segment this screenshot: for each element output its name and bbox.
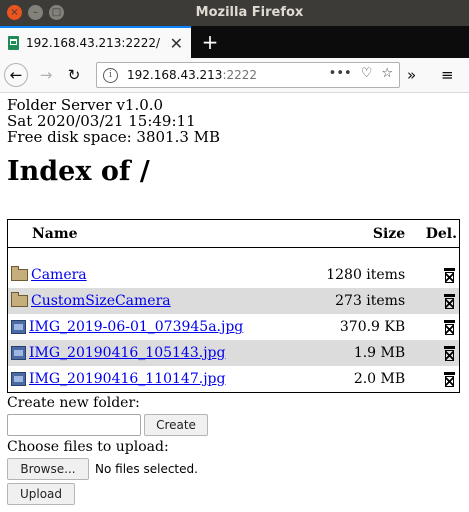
browser-tab[interactable]: 192.168.43.213:2222/ ✕ bbox=[0, 26, 191, 58]
bookmark-star-icon[interactable]: ☆ bbox=[381, 66, 393, 81]
new-tab-button[interactable]: + bbox=[193, 26, 227, 58]
new-folder-label: Create new folder: bbox=[7, 395, 140, 411]
file-selection-status: No files selected. bbox=[95, 462, 198, 476]
file-size: 1280 items bbox=[326, 267, 406, 283]
image-file-icon bbox=[11, 320, 26, 334]
file-size: 1.9 MB bbox=[303, 340, 418, 366]
column-header-name: Name bbox=[32, 225, 78, 242]
table-row: IMG_20190416_110147.jpg 2.0 MB bbox=[8, 366, 460, 393]
browse-button[interactable]: Browse... bbox=[7, 458, 89, 480]
file-link[interactable]: IMG_20190416_110147.jpg bbox=[29, 371, 225, 387]
url-text[interactable]: 192.168.43.213:2222 bbox=[127, 68, 257, 82]
reload-button[interactable]: ↻ bbox=[62, 63, 86, 87]
pocket-icon[interactable]: ♡ bbox=[361, 66, 373, 81]
folder-name-input[interactable] bbox=[7, 414, 141, 436]
table-row: Camera 1280 items bbox=[8, 262, 460, 288]
delete-icon[interactable] bbox=[444, 345, 455, 361]
favicon-icon bbox=[8, 36, 19, 50]
folder-icon bbox=[11, 292, 28, 307]
image-file-icon bbox=[11, 346, 26, 360]
file-size: 370.9 KB bbox=[339, 319, 406, 335]
file-table: Name Size Del. Camera 1280 items CustomS… bbox=[7, 219, 460, 393]
folder-icon bbox=[11, 266, 28, 281]
server-version: Folder Server v1.0.0 bbox=[7, 96, 164, 114]
page-title: Index of / bbox=[7, 156, 150, 187]
image-file-icon bbox=[11, 372, 26, 386]
delete-icon[interactable] bbox=[444, 293, 455, 309]
back-button[interactable]: ← bbox=[4, 63, 28, 87]
navigation-toolbar: ← → ↻ i 192.168.43.213:2222 ••• ♡ ☆ » ≡ bbox=[0, 58, 469, 93]
delete-icon[interactable] bbox=[444, 371, 455, 387]
page-actions-icon[interactable]: ••• bbox=[329, 66, 352, 81]
tab-label: 192.168.43.213:2222/ bbox=[26, 36, 161, 50]
address-bar[interactable]: i 192.168.43.213:2222 ••• ♡ ☆ bbox=[96, 62, 400, 88]
column-header-delete: Del. bbox=[425, 225, 457, 242]
file-link[interactable]: CustomSizeCamera bbox=[31, 293, 171, 309]
url-host: 192.168.43.213 bbox=[127, 68, 223, 82]
page-content: Folder Server v1.0.0 Sat 2020/03/21 15:4… bbox=[0, 94, 469, 512]
file-size: 2.0 MB bbox=[353, 371, 406, 387]
file-link[interactable]: IMG_20190416_105143.jpg bbox=[29, 345, 225, 361]
delete-icon[interactable] bbox=[444, 319, 455, 335]
file-link[interactable]: IMG_2019-06-01_073945a.jpg bbox=[29, 319, 243, 335]
forward-button[interactable]: → bbox=[34, 63, 58, 87]
tab-close-icon[interactable]: ✕ bbox=[170, 34, 183, 53]
column-header-size: Size bbox=[372, 225, 406, 242]
overflow-menu-icon[interactable]: » bbox=[407, 66, 416, 84]
tab-bar: 192.168.43.213:2222/ ✕ + bbox=[0, 26, 469, 58]
free-disk-space: Free disk space: 3801.3 MB bbox=[7, 128, 221, 146]
site-info-icon[interactable]: i bbox=[103, 67, 118, 83]
file-size: 273 items bbox=[303, 288, 418, 314]
create-folder-button[interactable]: Create bbox=[144, 414, 208, 436]
upload-label: Choose files to upload: bbox=[7, 439, 169, 455]
file-link[interactable]: Camera bbox=[31, 267, 87, 283]
url-port: :2222 bbox=[222, 68, 258, 82]
delete-icon[interactable] bbox=[444, 267, 455, 283]
table-row: IMG_2019-06-01_073945a.jpg 370.9 KB bbox=[8, 314, 460, 340]
table-row: IMG_20190416_105143.jpg 1.9 MB bbox=[7, 340, 460, 366]
server-info: Folder Server v1.0.0 Sat 2020/03/21 15:4… bbox=[7, 97, 220, 145]
server-datetime: Sat 2020/03/21 15:49:11 bbox=[7, 112, 196, 130]
upload-button[interactable]: Upload bbox=[7, 483, 75, 505]
window-titlebar: × – □ Mozilla Firefox bbox=[0, 0, 469, 26]
hamburger-menu-icon[interactable]: ≡ bbox=[441, 66, 454, 84]
forms-section: Create new folder: Create Choose files t… bbox=[7, 395, 208, 508]
table-row: CustomSizeCamera 273 items bbox=[7, 288, 460, 314]
window-title: Mozilla Firefox bbox=[195, 5, 304, 20]
table-header-row: Name Size Del. bbox=[8, 220, 460, 248]
